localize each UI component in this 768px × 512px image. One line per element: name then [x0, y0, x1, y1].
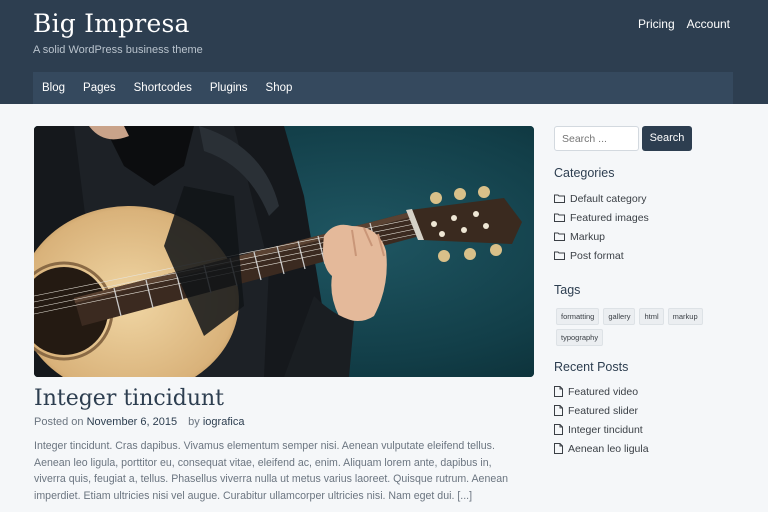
document-icon: [554, 386, 563, 397]
recent-post-item[interactable]: Featured video: [554, 382, 649, 401]
recent-posts-title: Recent Posts: [554, 360, 629, 374]
folder-icon: [554, 213, 565, 222]
recent-post-item[interactable]: Aenean leo ligula: [554, 439, 649, 458]
recent-posts-list: Featured video Featured slider Integer t…: [554, 382, 649, 458]
tag-item[interactable]: gallery: [603, 308, 636, 325]
tag-item[interactable]: html: [639, 308, 664, 325]
nav-item-blog[interactable]: Blog: [33, 72, 74, 104]
nav-item-shop[interactable]: Shop: [257, 72, 302, 104]
categories-title: Categories: [554, 166, 615, 180]
featured-image[interactable]: [34, 126, 534, 377]
category-label: Markup: [570, 230, 606, 243]
guitar-photo: [34, 126, 534, 377]
recent-post-label: Aenean leo ligula: [568, 442, 649, 455]
site-title[interactable]: Big Impresa: [33, 9, 190, 38]
post-title[interactable]: Integer tincidunt: [34, 386, 224, 411]
tags-title: Tags: [554, 283, 581, 297]
search-input[interactable]: [554, 126, 639, 151]
nav-item-shortcodes[interactable]: Shortcodes: [125, 72, 201, 104]
posted-on-label: Posted on: [34, 416, 84, 428]
post-excerpt: Integer tincidunt. Cras dapibus. Vivamus…: [34, 440, 509, 502]
top-links: Pricing Account: [638, 17, 730, 31]
category-label: Featured images: [570, 211, 649, 224]
recent-post-item[interactable]: Integer tincidunt: [554, 420, 649, 439]
post-meta: Posted on November 6, 2015 by iografica: [34, 416, 244, 428]
post-date-link[interactable]: November 6, 2015: [87, 416, 178, 428]
category-item[interactable]: Default category: [554, 189, 649, 208]
folder-icon: [554, 194, 565, 203]
category-label: Post format: [570, 249, 624, 262]
tag-item[interactable]: markup: [667, 308, 703, 325]
site-tagline: A solid WordPress business theme: [33, 44, 203, 56]
document-icon: [554, 424, 563, 435]
main-navigation: Blog Pages Shortcodes Plugins Shop: [33, 72, 733, 104]
top-link-pricing[interactable]: Pricing: [638, 17, 675, 31]
category-item[interactable]: Featured images: [554, 208, 649, 227]
tag-cloud: formatting gallery html markup typograph…: [556, 308, 716, 346]
document-icon: [554, 443, 563, 454]
tag-item[interactable]: formatting: [556, 308, 600, 325]
nav-item-pages[interactable]: Pages: [74, 72, 125, 104]
folder-icon: [554, 251, 565, 260]
search-button[interactable]: Search: [642, 126, 692, 151]
recent-post-label: Integer tincidunt: [568, 423, 643, 436]
recent-post-label: Featured video: [568, 385, 639, 398]
nav-item-plugins[interactable]: Plugins: [201, 72, 257, 104]
by-label: by: [188, 416, 200, 428]
top-link-account[interactable]: Account: [687, 17, 730, 31]
document-icon: [554, 405, 563, 416]
category-label: Default category: [570, 192, 647, 205]
site-header: Big Impresa A solid WordPress business t…: [0, 0, 768, 104]
category-item[interactable]: Markup: [554, 227, 649, 246]
post-author-link[interactable]: iografica: [203, 416, 245, 428]
recent-post-item[interactable]: Featured slider: [554, 401, 649, 420]
recent-post-label: Featured slider: [568, 404, 639, 417]
category-item[interactable]: Post format: [554, 246, 649, 265]
categories-list: Default category Featured images Markup …: [554, 189, 649, 265]
folder-icon: [554, 232, 565, 241]
tag-item[interactable]: typography: [556, 329, 604, 346]
